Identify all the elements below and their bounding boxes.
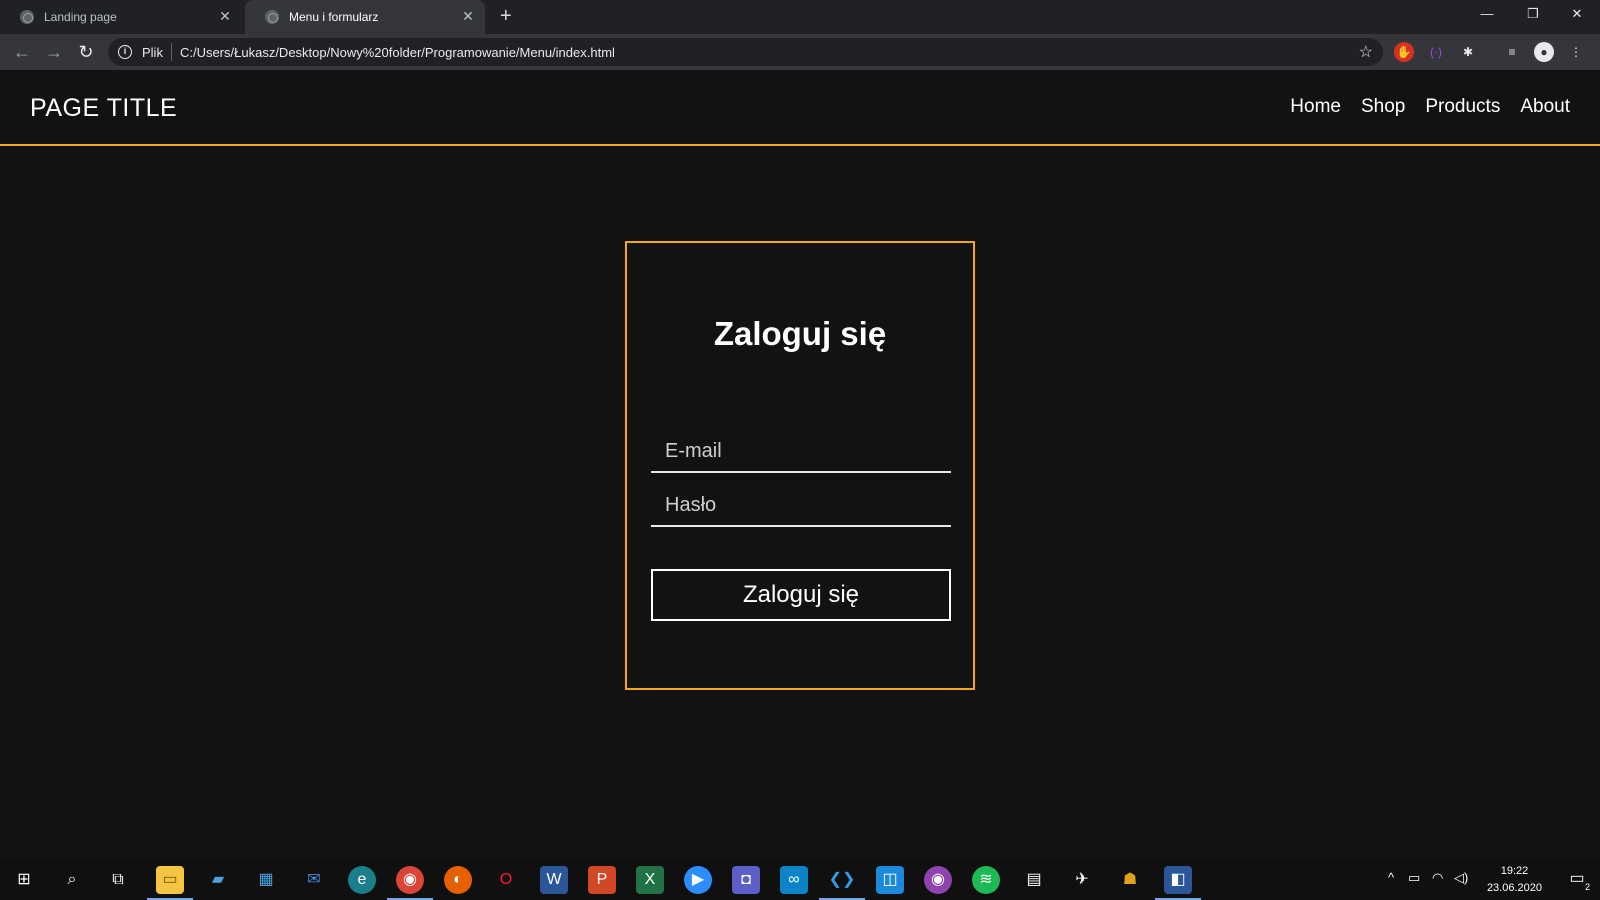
- arduino-icon[interactable]: ∞: [780, 866, 808, 894]
- window-close-button[interactable]: ✕: [1554, 0, 1600, 30]
- task-view-icon[interactable]: ⧉: [104, 866, 132, 894]
- menu-kebab-icon[interactable]: ⋮: [1566, 42, 1586, 62]
- forward-button[interactable]: →: [42, 40, 66, 64]
- clock[interactable]: 19:22 23.06.2020: [1487, 863, 1542, 897]
- chrome-icon[interactable]: ◉: [396, 866, 424, 894]
- browser-toolbar: ← → ↻ i Plik C:/Users/Łukasz/Desktop/Now…: [0, 34, 1600, 70]
- extension-puzzle-icon[interactable]: ✱: [1458, 42, 1478, 62]
- minimize-button[interactable]: —: [1464, 0, 1510, 30]
- globe-icon: [20, 10, 34, 24]
- page-title: PAGE TITLE: [30, 94, 178, 122]
- password-field-wrapper: [651, 485, 951, 527]
- app-icon[interactable]: ◘: [732, 866, 760, 894]
- password-field[interactable]: [651, 485, 951, 525]
- windows-start-icon[interactable]: ⊞: [10, 866, 38, 894]
- tab-label: Landing page: [44, 10, 117, 24]
- notification-icon[interactable]: ▭ 2: [1566, 868, 1590, 892]
- nav-shop-link[interactable]: Shop: [1361, 96, 1405, 118]
- search-icon[interactable]: ⌕: [58, 866, 86, 894]
- back-button[interactable]: ←: [10, 40, 34, 64]
- reload-button[interactable]: ↻: [74, 40, 98, 64]
- extension-adblock-icon[interactable]: ✋: [1394, 42, 1414, 62]
- login-submit-button[interactable]: Zaloguj się: [651, 569, 951, 621]
- scheme-label: Plik: [142, 44, 163, 60]
- app-icon[interactable]: ☗: [1116, 866, 1144, 894]
- firefox-icon[interactable]: ◐: [444, 866, 472, 894]
- page-viewport: PAGE TITLE Home Shop Products About Zalo…: [0, 70, 1600, 860]
- tab-menu-i-formularz[interactable]: Menu i formularz ✕: [245, 0, 485, 34]
- spotify-icon[interactable]: ≋: [972, 866, 1000, 894]
- file-explorer-icon[interactable]: ▭: [156, 866, 184, 894]
- excel-icon[interactable]: X: [636, 866, 664, 894]
- app-icon[interactable]: ◧: [1164, 866, 1192, 894]
- nav-home-link[interactable]: Home: [1290, 96, 1341, 118]
- store-icon[interactable]: ▦: [252, 866, 280, 894]
- restore-button[interactable]: ❐: [1510, 0, 1556, 30]
- powerpoint-icon[interactable]: P: [588, 866, 616, 894]
- main-nav: Home Shop Products About: [1290, 96, 1570, 118]
- tab-label: Menu i formularz: [289, 10, 379, 24]
- volume-icon[interactable]: ◁): [1454, 870, 1468, 886]
- email-field-wrapper: [651, 431, 951, 473]
- word-icon[interactable]: W: [540, 866, 568, 894]
- chevron-up-icon[interactable]: ^: [1388, 870, 1394, 885]
- login-form: Zaloguj się Zaloguj się: [625, 241, 975, 690]
- app-icon[interactable]: ◉: [924, 866, 952, 894]
- mail-icon[interactable]: ✉: [300, 866, 328, 894]
- notification-count: 2: [1584, 882, 1590, 892]
- clock-time: 19:22: [1500, 865, 1529, 877]
- tab-landing-page[interactable]: Landing page ✕: [0, 0, 242, 34]
- nav-about-link[interactable]: About: [1520, 96, 1570, 118]
- login-heading: Zaloguj się: [713, 315, 887, 352]
- url-text[interactable]: C:/Users/Łukasz/Desktop/Nowy%20folder/Pr…: [180, 45, 615, 60]
- media-control-icon[interactable]: ≡: [1502, 42, 1522, 62]
- opera-icon[interactable]: O: [492, 866, 520, 894]
- info-icon[interactable]: i: [118, 45, 132, 59]
- divider: [170, 43, 172, 61]
- profile-avatar-icon[interactable]: ●: [1534, 42, 1554, 62]
- vscode-icon[interactable]: ❮❯: [828, 866, 856, 894]
- address-bar[interactable]: i Plik C:/Users/Łukasz/Desktop/Nowy%20fo…: [108, 38, 1383, 66]
- tab-strip: Landing page ✕ Menu i formularz ✕ + — ❐ …: [0, 0, 1600, 34]
- wifi-icon[interactable]: ◠: [1432, 870, 1443, 886]
- globe-icon: [265, 10, 279, 24]
- zoom-icon[interactable]: ▶: [684, 866, 712, 894]
- bookmark-star-icon[interactable]: ☆: [1359, 42, 1373, 62]
- battery-icon[interactable]: ▭: [1408, 870, 1420, 886]
- nav-products-link[interactable]: Products: [1425, 96, 1500, 118]
- app-icon[interactable]: ✈: [1068, 866, 1096, 894]
- app-icon[interactable]: ◫: [876, 866, 904, 894]
- video-editor-icon[interactable]: ▤: [1020, 866, 1048, 894]
- close-icon[interactable]: ✕: [218, 9, 232, 23]
- new-tab-button[interactable]: +: [500, 6, 512, 26]
- taskbar: ⊞ ⌕ ⧉ ▭ ▰ ▦ ✉ e ◉ ◐ O W P X ▶ ◘ ∞ ❮❯ ◫ ◉…: [0, 860, 1600, 900]
- close-icon[interactable]: ✕: [461, 9, 475, 23]
- edge-icon[interactable]: e: [348, 866, 376, 894]
- clock-date: 23.06.2020: [1486, 882, 1542, 894]
- site-header: PAGE TITLE Home Shop Products About: [0, 70, 1600, 146]
- pc-icon[interactable]: ▰: [204, 866, 232, 894]
- email-field[interactable]: [651, 431, 951, 471]
- extension-broadcast-icon[interactable]: (·): [1426, 42, 1446, 62]
